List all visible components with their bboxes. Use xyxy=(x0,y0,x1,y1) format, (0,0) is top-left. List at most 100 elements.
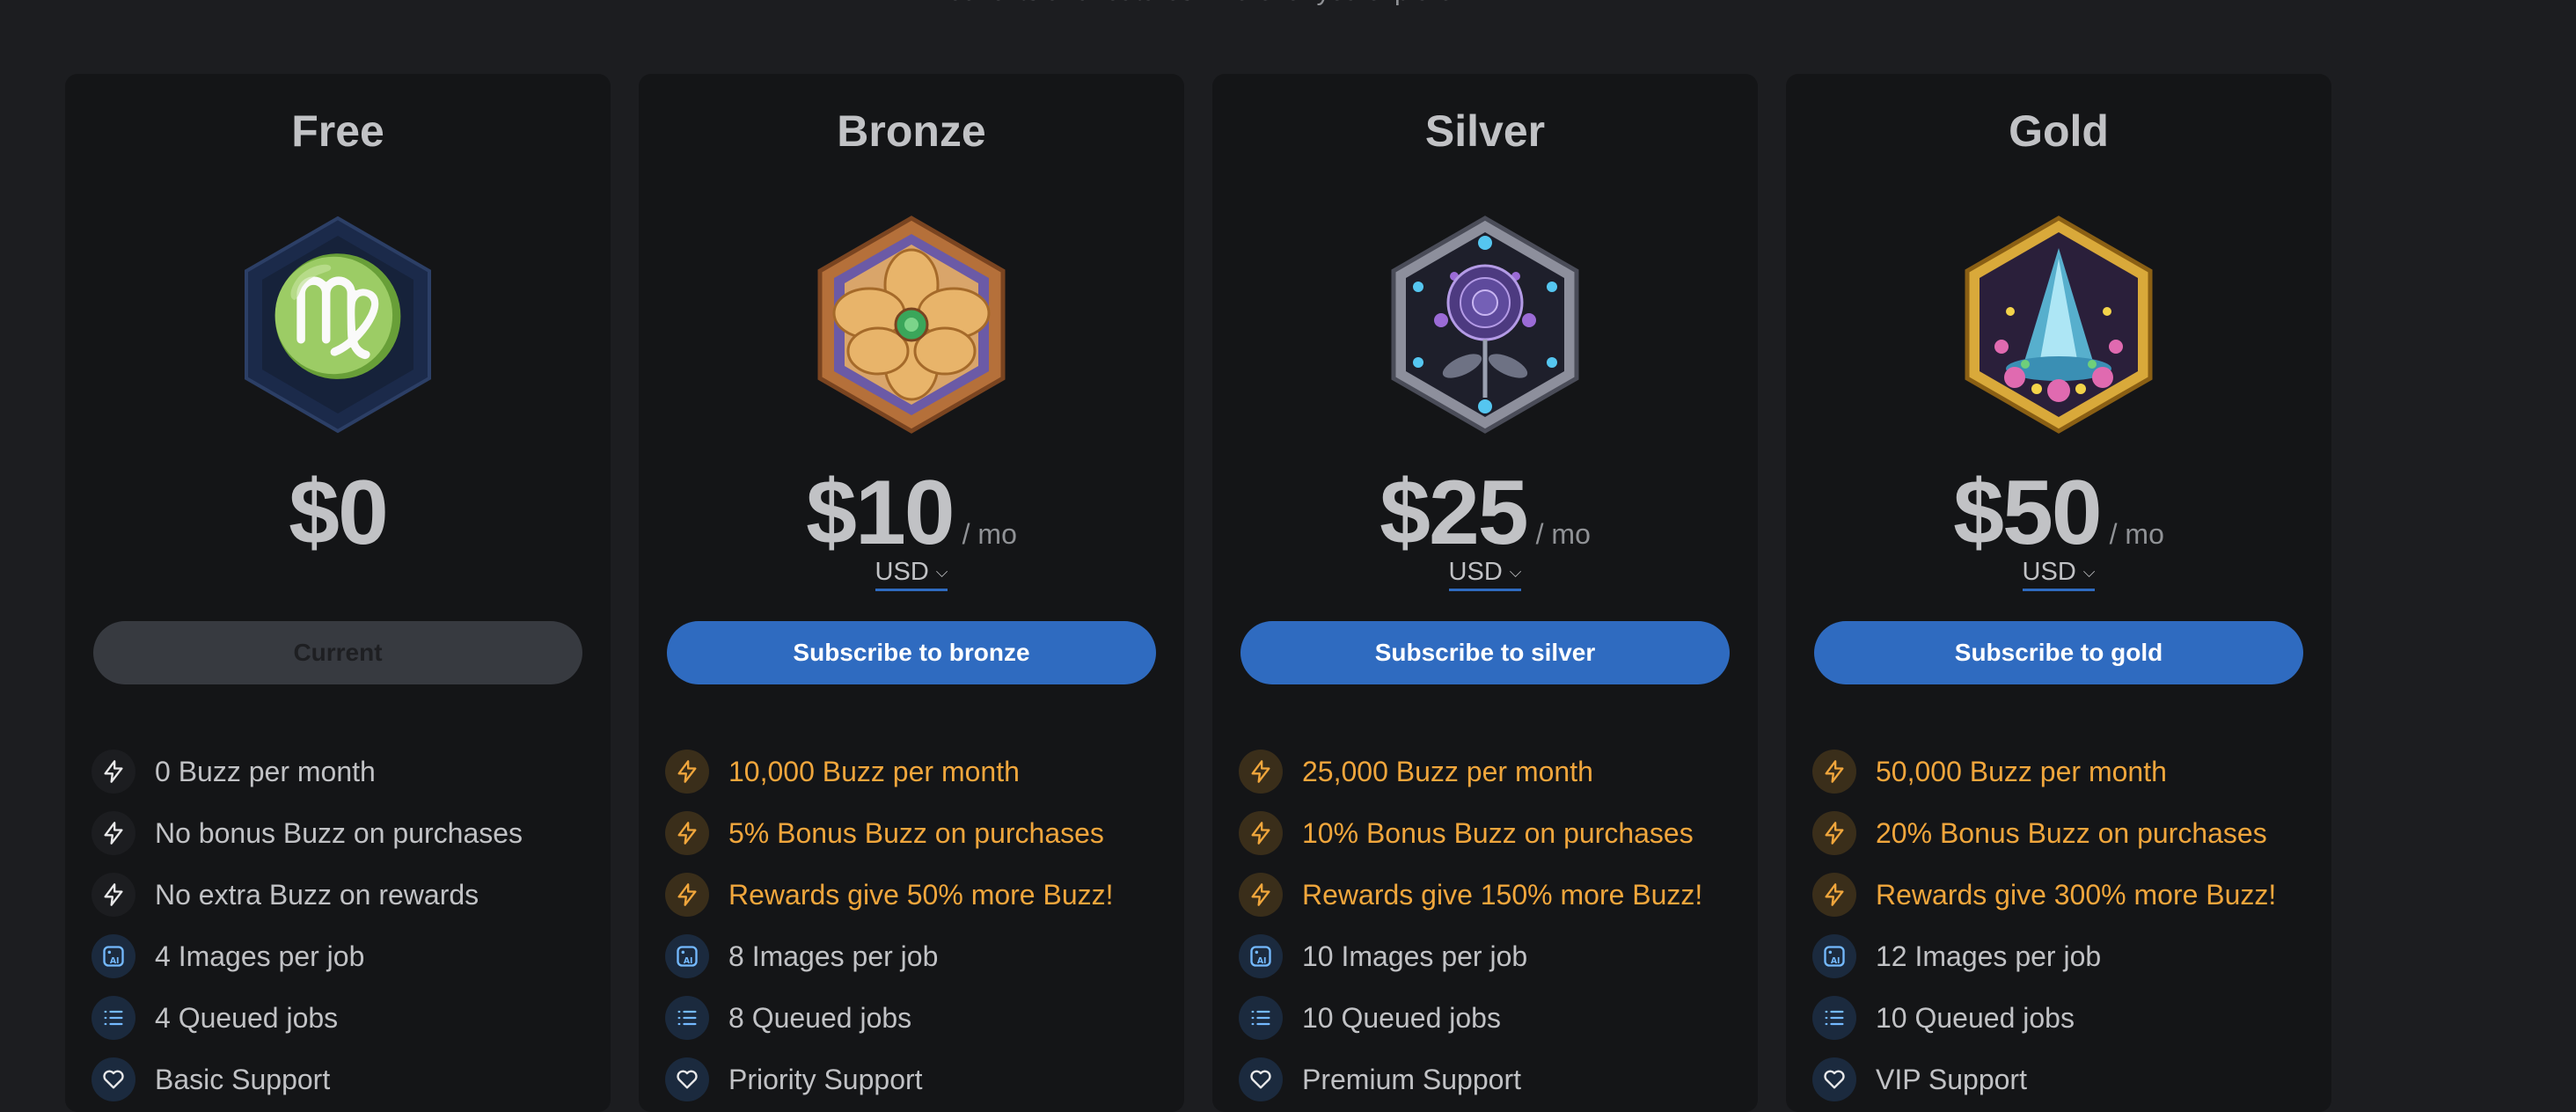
list-item: AI 4 Images per job xyxy=(91,925,593,987)
chevron-down-icon: ⌵ xyxy=(2082,563,2096,581)
feature-text: No extra Buzz on rewards xyxy=(155,878,479,911)
feature-list: 10,000 Buzz per month 5% Bonus Buzz on p… xyxy=(665,741,1167,1110)
list-icon xyxy=(1812,996,1856,1040)
currency-value: USD xyxy=(875,558,929,586)
currency-select[interactable]: USD ⌵ xyxy=(1448,558,1522,591)
feature-text: 10 Queued jobs xyxy=(1302,1001,1501,1034)
virgo-hexagon-icon: ♍ xyxy=(241,215,435,435)
list-item: 10 Queued jobs xyxy=(1812,987,2314,1049)
feature-text: 5% Bonus Buzz on purchases xyxy=(728,816,1104,849)
svg-text:AI: AI xyxy=(1257,956,1267,966)
list-icon xyxy=(91,996,135,1040)
bolt-icon xyxy=(665,873,709,917)
bolt-icon xyxy=(1239,873,1283,917)
feature-text: 4 Images per job xyxy=(155,940,365,972)
feature-text: 12 Images per job xyxy=(1876,940,2102,972)
plan-title: Bronze xyxy=(837,106,986,156)
currency-value: USD xyxy=(2022,558,2076,586)
list-item: AI 8 Images per job xyxy=(665,925,1167,987)
bronze-flower-hexagon-icon xyxy=(815,215,1008,435)
list-item: AI 10 Images per job xyxy=(1239,925,1740,987)
heart-icon xyxy=(91,1057,135,1101)
bolt-icon xyxy=(1812,811,1856,855)
feature-text: 10,000 Buzz per month xyxy=(728,755,1020,787)
bolt-icon xyxy=(1239,750,1283,794)
feature-text: Rewards give 50% more Buzz! xyxy=(728,878,1114,911)
list-item: 8 Queued jobs xyxy=(665,987,1167,1049)
feature-text: No bonus Buzz on purchases xyxy=(155,816,523,849)
plan-price: $0 xyxy=(289,462,389,564)
currency-value: USD xyxy=(1448,558,1503,586)
feature-text: 25,000 Buzz per month xyxy=(1302,755,1593,787)
list-item: 20% Bonus Buzz on purchases xyxy=(1812,802,2314,864)
list-item: 25,000 Buzz per month xyxy=(1239,741,1740,802)
svg-text:AI: AI xyxy=(684,956,693,966)
currency-select[interactable]: USD ⌵ xyxy=(2022,558,2096,591)
current-plan-button: Current xyxy=(93,621,582,684)
plan-title: Free xyxy=(291,106,384,156)
svg-text:AI: AI xyxy=(1831,956,1841,966)
feature-text: Priority Support xyxy=(728,1063,923,1095)
list-item: Rewards give 150% more Buzz! xyxy=(1239,864,1740,925)
ai-image-icon: AI xyxy=(91,934,135,978)
heart-icon xyxy=(1239,1057,1283,1101)
list-item: Premium Support xyxy=(1239,1049,1740,1110)
list-item: Rewards give 50% more Buzz! xyxy=(665,864,1167,925)
list-icon xyxy=(1239,996,1283,1040)
ai-image-icon: AI xyxy=(1812,934,1856,978)
feature-text: 4 Queued jobs xyxy=(155,1001,339,1034)
feature-text: 50,000 Buzz per month xyxy=(1876,755,2167,787)
feature-text: 8 Images per job xyxy=(728,940,939,972)
price-period: / mo xyxy=(2109,518,2164,550)
heart-icon xyxy=(665,1057,709,1101)
feature-text: 10 Queued jobs xyxy=(1876,1001,2075,1034)
plan-price: $25 xyxy=(1379,462,1529,564)
list-item: Rewards give 300% more Buzz! xyxy=(1812,864,2314,925)
svg-text:♍: ♍ xyxy=(267,249,409,383)
heart-icon xyxy=(1812,1057,1856,1101)
bolt-icon xyxy=(91,750,135,794)
feature-text: 10 Images per job xyxy=(1302,940,1528,972)
silver-rose-hexagon-icon xyxy=(1388,215,1582,435)
subscribe-bronze-button[interactable]: Subscribe to bronze xyxy=(667,621,1156,684)
feature-list: 0 Buzz per month No bonus Buzz on purcha… xyxy=(91,741,593,1110)
feature-text: Rewards give 300% more Buzz! xyxy=(1876,878,2277,911)
list-icon xyxy=(665,996,709,1040)
plan-price: $50 xyxy=(1953,462,2103,564)
feature-text: Basic Support xyxy=(155,1063,331,1095)
list-item: 10,000 Buzz per month xyxy=(665,741,1167,802)
bolt-icon xyxy=(1239,811,1283,855)
feature-text: Rewards give 150% more Buzz! xyxy=(1302,878,1703,911)
feature-text: VIP Support xyxy=(1876,1063,2027,1095)
bolt-icon xyxy=(91,811,135,855)
list-item: VIP Support xyxy=(1812,1049,2314,1110)
list-item: 4 Queued jobs xyxy=(91,987,593,1049)
plan-card-free: Free ♍ $0 Current 0 Buzz per month No bo… xyxy=(65,74,611,1112)
ai-image-icon: AI xyxy=(665,934,709,978)
plan-title: Silver xyxy=(1424,106,1546,156)
list-item: 10% Bonus Buzz on purchases xyxy=(1239,802,1740,864)
plan-card-bronze: Bronze $10 / mo USD ⌵ Subscribe to bronz… xyxy=(639,74,1184,1112)
feature-list: 50,000 Buzz per month 20% Bonus Buzz on … xyxy=(1812,741,2314,1110)
feature-list: 25,000 Buzz per month 10% Bonus Buzz on … xyxy=(1239,741,1740,1110)
bolt-icon xyxy=(665,811,709,855)
ai-image-icon: AI xyxy=(1239,934,1283,978)
plan-card-gold: Gold $50 / mo USD ⌵ Subscribe to gold 50… xyxy=(1786,74,2331,1112)
subscribe-gold-button[interactable]: Subscribe to gold xyxy=(1814,621,2303,684)
price-period: / mo xyxy=(962,518,1017,550)
list-item: 5% Bonus Buzz on purchases xyxy=(665,802,1167,864)
page-subtitle: benefits and features wherever you explo… xyxy=(0,0,2400,7)
feature-text: 10% Bonus Buzz on purchases xyxy=(1302,816,1694,849)
list-item: 10 Queued jobs xyxy=(1239,987,1740,1049)
plan-title: Gold xyxy=(2009,106,2109,156)
list-item: 50,000 Buzz per month xyxy=(1812,741,2314,802)
feature-text: 8 Queued jobs xyxy=(728,1001,912,1034)
gold-fountain-hexagon-icon xyxy=(1962,215,2155,435)
bolt-icon xyxy=(665,750,709,794)
plan-card-silver: Silver $25 / mo USD ⌵ Subscribe to silve… xyxy=(1212,74,1758,1112)
subscribe-silver-button[interactable]: Subscribe to silver xyxy=(1240,621,1730,684)
currency-select[interactable]: USD ⌵ xyxy=(875,558,948,591)
list-item: Basic Support xyxy=(91,1049,593,1110)
bolt-icon xyxy=(1812,750,1856,794)
list-item: No extra Buzz on rewards xyxy=(91,864,593,925)
